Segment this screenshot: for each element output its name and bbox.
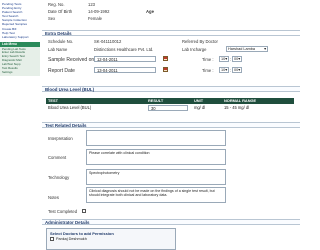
permission-title: Select Doctors to add Permission: [50, 231, 114, 236]
permission-panel: Select Doctors to add Permission Pankaj …: [46, 228, 176, 250]
sidebar-menu: Pending Lab Tests Enter Lab Results Entr…: [0, 47, 40, 76]
sidebar-link[interactable]: Laboratory Support: [2, 35, 38, 39]
lab-incharge-select[interactable]: Harshad Lamba ▾: [226, 46, 268, 52]
comment-textarea[interactable]: Please correlate with clinical condition: [86, 149, 226, 165]
interpretation-textarea[interactable]: [86, 130, 226, 146]
lab-incharge-value: Harshad Lamba: [228, 47, 256, 51]
report-hour-select[interactable]: 10▾: [219, 67, 229, 73]
lab-name-value: Distinctions Healthcare Pvt. Ltd.: [94, 47, 154, 52]
schedule-no-value: SK-041110012: [94, 39, 122, 44]
technology-label: Technology: [48, 175, 70, 180]
table-cell-range: 15 - 45 mg/ dl: [222, 104, 294, 112]
calendar-icon[interactable]: [163, 67, 168, 72]
sample-hour-value: 10: [221, 57, 226, 61]
report-time-label: Time :: [202, 68, 214, 73]
doctor-checkbox[interactable]: [50, 237, 54, 241]
test-completed-checkbox[interactable]: [82, 209, 86, 213]
age-label: Age: [146, 9, 154, 14]
bun-section-header: Blood Urea Level (BUL): [42, 86, 300, 92]
report-date-input[interactable]: 13-04-2011: [94, 67, 156, 73]
result-input[interactable]: 30: [148, 105, 188, 111]
sample-received-label: Sample Received on: [48, 57, 95, 63]
doctor-name: Pankaj Deshmukh: [56, 236, 87, 241]
time-separator: :: [230, 57, 232, 62]
sample-time-label: Time :: [202, 57, 214, 62]
comment-label: Comment: [48, 155, 67, 160]
time-separator: :: [230, 68, 232, 73]
notes-label: Notes: [48, 195, 59, 200]
sex-label: Sex: [48, 16, 56, 21]
table-cell-unit: mg/ dl: [192, 104, 222, 112]
chevron-down-icon: ▾: [264, 47, 266, 51]
report-minute-value: 00: [234, 68, 239, 72]
sample-minute-select[interactable]: 00▾: [232, 56, 242, 62]
calendar-icon[interactable]: [163, 56, 168, 61]
sidebar-menu-item[interactable]: Settings: [0, 71, 40, 75]
lab-name-label: Lab Name: [48, 47, 68, 52]
notes-textarea[interactable]: Clinical diagnosis should not be made on…: [86, 187, 226, 203]
test-related-header: Test Related Details: [42, 122, 300, 128]
extra-details-header: Extra Details: [42, 30, 300, 36]
sample-hour-select[interactable]: 10▾: [219, 56, 229, 62]
administrator-header: Administrator Details: [42, 219, 300, 225]
technology-textarea[interactable]: Spectrophotometry: [86, 169, 226, 185]
report-hour-value: 10: [221, 68, 226, 72]
main-content: Reg. No. 123 Date Of Birth 14-09-1992 Ag…: [42, 0, 300, 250]
sample-date-input[interactable]: 12-04-2011: [94, 56, 156, 62]
dob-label: Date Of Birth: [48, 9, 73, 14]
report-minute-select[interactable]: 00▾: [232, 67, 242, 73]
table-cell-test: Blood Urea Level (BUL): [46, 104, 146, 112]
sidebar: Pending Tests Pending Entry Patient Sear…: [0, 0, 40, 250]
sample-minute-value: 00: [234, 57, 239, 61]
dob-value: 14-09-1992: [88, 9, 110, 14]
table-header-result: RESULT: [146, 98, 192, 104]
lab-incharge-label: Lab Incharge: [182, 47, 207, 52]
sex-value: Female: [88, 16, 102, 21]
sidebar-links: Pending Tests Pending Entry Patient Sear…: [2, 2, 38, 39]
reg-no-value: 123: [88, 2, 95, 7]
referred-by-label: Referred By Doctor: [182, 39, 218, 44]
schedule-no-label: Schedule No.: [48, 39, 74, 44]
report-date-label: Report Date: [48, 68, 75, 74]
reg-no-label: Reg. No.: [48, 2, 65, 7]
test-completed-label: Test Completed: [48, 209, 78, 214]
interpretation-label: Interpretation: [48, 136, 73, 141]
